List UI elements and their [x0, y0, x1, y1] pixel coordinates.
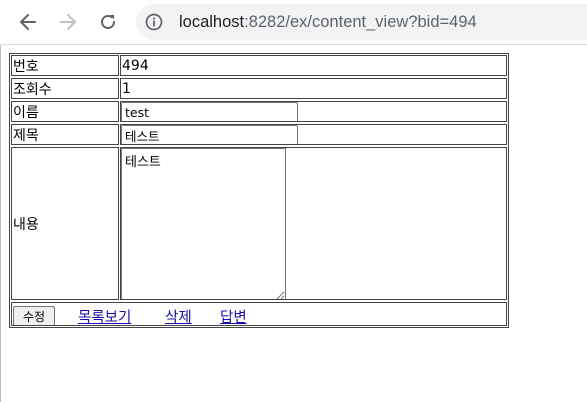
- content-cell: 테스트: [120, 147, 507, 300]
- reload-button[interactable]: [92, 6, 124, 38]
- table-row: 이름: [10, 100, 508, 123]
- modify-button[interactable]: 수정: [13, 306, 55, 325]
- hit-value: 1: [120, 78, 507, 99]
- name-label: 이름: [11, 101, 119, 122]
- browser-toolbar: localhost:8282/ex/content_view?bid=494: [0, 0, 587, 45]
- table-row: 번호 494: [10, 54, 508, 77]
- reply-link[interactable]: 답변: [220, 306, 247, 325]
- url-path: :8282/ex/content_view?bid=494: [244, 13, 477, 31]
- name-cell: [120, 101, 507, 122]
- reload-icon: [101, 15, 115, 29]
- name-input[interactable]: [121, 102, 298, 121]
- bid-value: 494: [120, 55, 507, 76]
- list-link[interactable]: 목록보기: [78, 306, 131, 325]
- title-label: 제목: [11, 124, 119, 145]
- viewport-edge: [0, 45, 1, 402]
- arrow-right-icon: [60, 14, 76, 30]
- forward-button[interactable]: [52, 6, 84, 38]
- content-view-table: 번호 494 조회수 1 이름 제목 내용 테스트 수정 목록보기 삭제 답변: [9, 53, 509, 328]
- actions-cell: 수정 목록보기 삭제 답변: [11, 302, 507, 326]
- back-button[interactable]: [12, 6, 44, 38]
- hit-label: 조회수: [11, 78, 119, 99]
- content-textarea[interactable]: 테스트: [121, 148, 286, 299]
- url-text[interactable]: localhost:8282/ex/content_view?bid=494: [179, 12, 477, 32]
- title-input[interactable]: [121, 125, 298, 144]
- url-host: localhost: [179, 13, 245, 31]
- table-row: 조회수 1: [10, 77, 508, 100]
- table-row: 내용 테스트: [10, 146, 508, 301]
- table-row: 제목: [10, 123, 508, 146]
- delete-link[interactable]: 삭제: [165, 306, 192, 325]
- title-cell: [120, 124, 507, 145]
- content-label: 내용: [11, 147, 119, 300]
- address-bar[interactable]: localhost:8282/ex/content_view?bid=494: [136, 4, 587, 40]
- arrow-left-icon: [20, 14, 36, 30]
- actions-row: 수정 목록보기 삭제 답변: [10, 301, 508, 327]
- bid-label: 번호: [11, 55, 119, 76]
- info-icon[interactable]: [144, 12, 164, 32]
